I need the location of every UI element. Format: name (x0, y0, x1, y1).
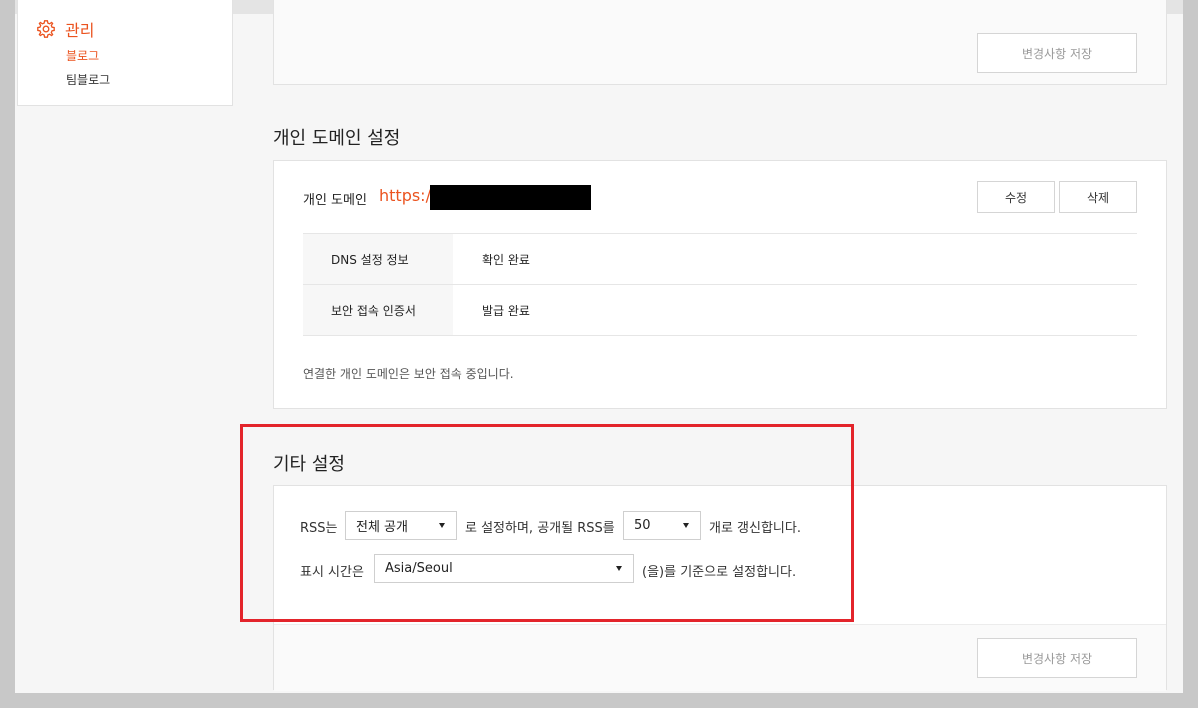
domain-status-table: DNS 설정 정보 확인 완료 보안 접속 인증서 발급 완료 (303, 233, 1137, 336)
ssl-cert-label: 보안 접속 인증서 (303, 285, 453, 335)
dns-info-label: DNS 설정 정보 (303, 234, 453, 284)
rss-count-select[interactable]: 50 (623, 511, 701, 540)
etc-card-footer: 변경사항 저장 (274, 624, 1166, 691)
sidebar-item-teamblog[interactable]: 팀블로그 (66, 71, 110, 88)
chevron-down-icon (683, 523, 689, 528)
domain-section-title: 개인 도메인 설정 (273, 128, 401, 149)
ssl-cert-value: 발급 완료 (482, 303, 530, 318)
edit-domain-button[interactable]: 수정 (977, 181, 1055, 213)
sidebar: 관리 블로그 팀블로그 (17, 0, 233, 106)
rss-visibility-select[interactable]: 전체 공개 (345, 511, 457, 540)
redacted-domain (430, 185, 591, 210)
domain-settings-card: 개인 도메인 https:// 수정 삭제 DNS 설정 정보 확인 완료 보안… (273, 160, 1167, 409)
sidebar-section-manage[interactable]: 관리 (36, 17, 94, 41)
timezone-select[interactable]: Asia/Seoul (374, 554, 634, 583)
admin-page: 관리 블로그 팀블로그 변경사항 저장 개인 도메인 설정 개인 도메인 htt… (15, 0, 1183, 693)
previous-settings-card: 변경사항 저장 (273, 0, 1167, 85)
save-changes-button-top[interactable]: 변경사항 저장 (977, 33, 1137, 73)
timezone-value: Asia/Seoul (385, 561, 453, 576)
chevron-down-icon (616, 566, 622, 571)
timezone-prefix-text: 표시 시간은 (300, 565, 364, 580)
chevron-down-icon (439, 523, 445, 528)
delete-domain-button[interactable]: 삭제 (1059, 181, 1137, 213)
rss-prefix-text: RSS는 (300, 521, 338, 536)
save-changes-button-bottom[interactable]: 변경사항 저장 (977, 638, 1137, 678)
domain-status-note: 연결한 개인 도메인은 보안 접속 중입니다. (303, 367, 514, 381)
table-row: DNS 설정 정보 확인 완료 (303, 234, 1137, 285)
etc-settings-card: RSS는 전체 공개 로 설정하며, 공개될 RSS를 50 개로 갱신합니다.… (273, 485, 1167, 691)
timezone-suffix-text: (을)를 기준으로 설정합니다. (642, 565, 797, 580)
domain-url[interactable]: https:// (379, 186, 436, 205)
rss-visibility-value: 전체 공개 (356, 520, 408, 535)
gear-icon (36, 19, 56, 39)
etc-section-title: 기타 설정 (273, 454, 345, 475)
domain-label: 개인 도메인 (303, 193, 367, 208)
rss-middle-text: 로 설정하며, 공개될 RSS를 (465, 521, 615, 536)
rss-suffix-text: 개로 갱신합니다. (709, 521, 801, 536)
sidebar-item-blog[interactable]: 블로그 (66, 47, 99, 64)
table-row: 보안 접속 인증서 발급 완료 (303, 285, 1137, 336)
rss-count-value: 50 (634, 518, 651, 533)
sidebar-section-title: 관리 (65, 21, 95, 40)
dns-info-value: 확인 완료 (482, 252, 530, 267)
